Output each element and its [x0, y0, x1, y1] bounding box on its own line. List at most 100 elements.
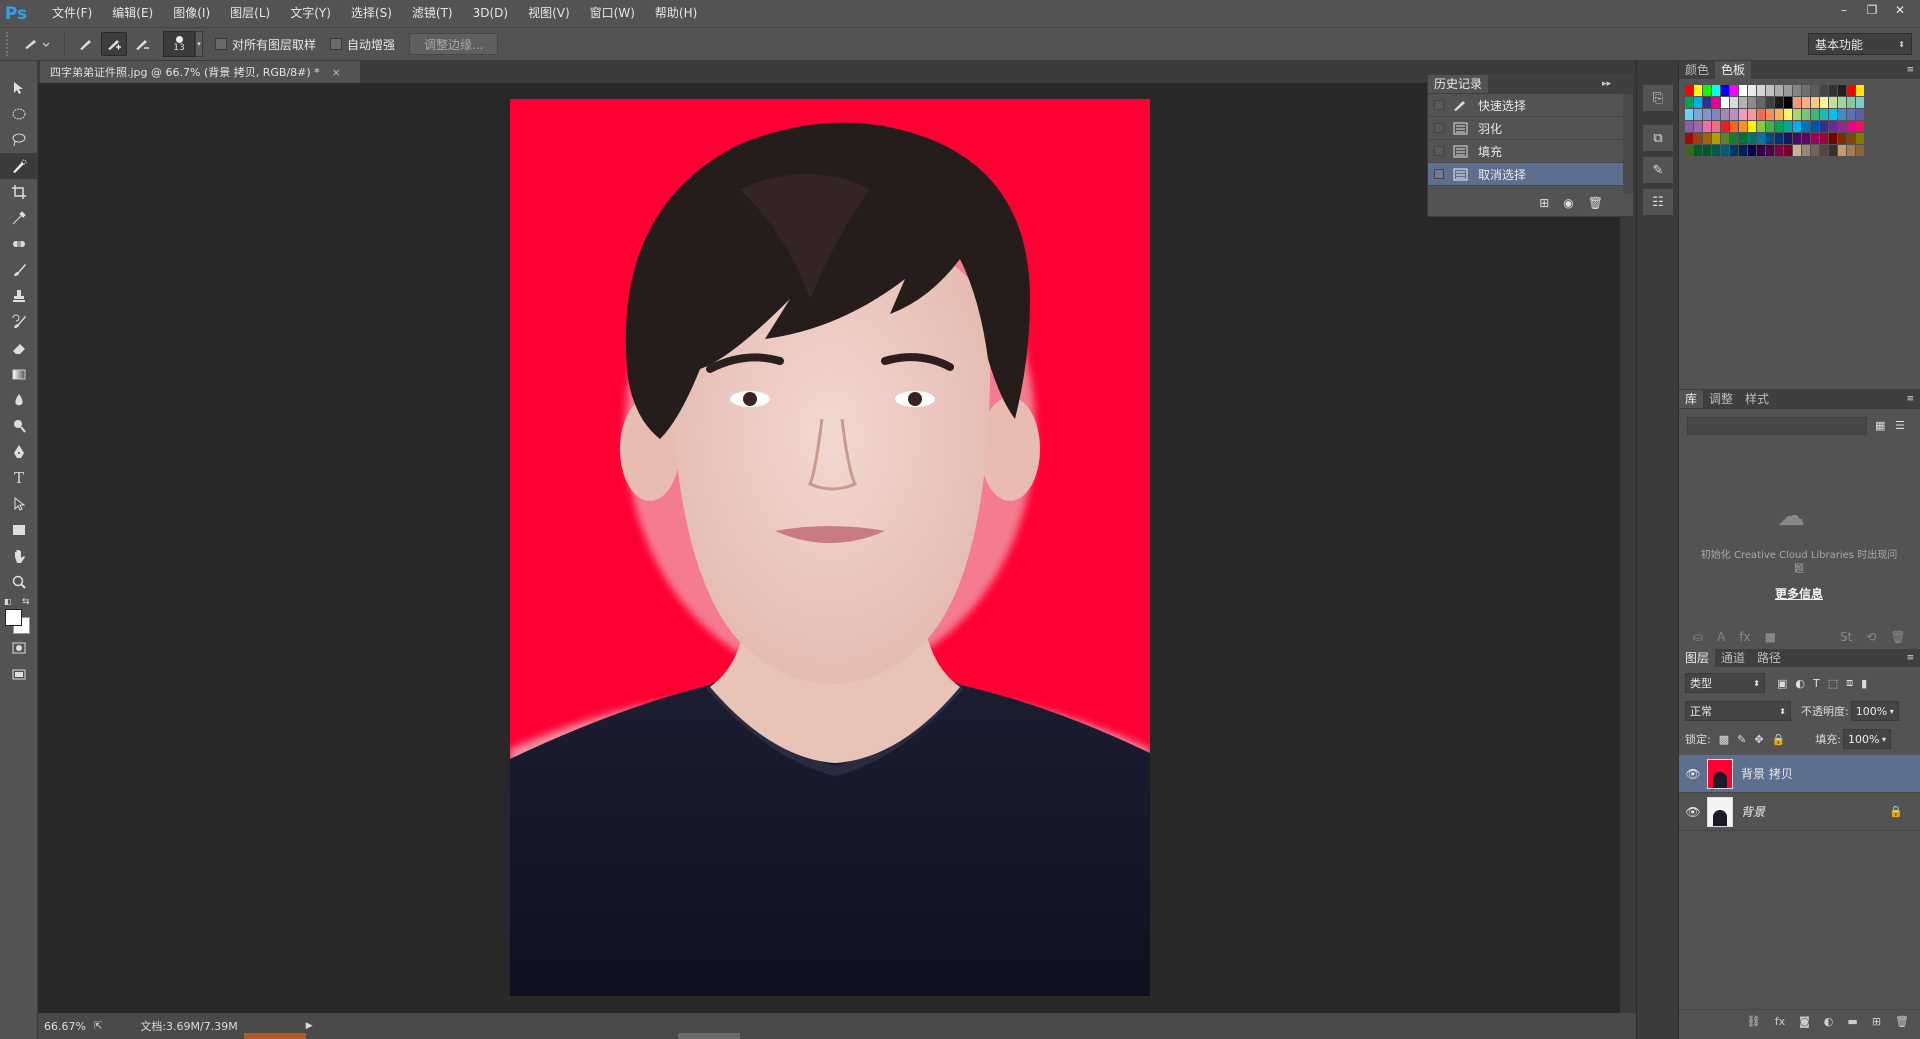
refine-edge-button[interactable]: 调整边缘... [409, 33, 499, 55]
filter-toggle[interactable]: ▮ [1861, 677, 1867, 690]
color-swatch[interactable] [1694, 85, 1702, 96]
crop-tool[interactable] [0, 179, 38, 205]
color-swatch[interactable] [1838, 121, 1846, 132]
layer-name[interactable]: 背景 拷贝 [1741, 765, 1793, 782]
add-layer-style-icon[interactable]: fx [1739, 630, 1750, 644]
color-swatch[interactable] [1847, 133, 1855, 144]
panel-menu-icon[interactable]: ≡ [1906, 394, 1914, 404]
tab-swatches[interactable]: 色板 [1715, 61, 1752, 79]
new-document-from-state-icon[interactable]: ⊞ [1539, 196, 1549, 210]
color-swatch[interactable] [1685, 121, 1693, 132]
vertical-scrollbar[interactable] [1620, 83, 1636, 1013]
foreground-color[interactable] [5, 609, 22, 626]
color-swatch[interactable] [1811, 145, 1819, 156]
tab-adjustments[interactable]: 调整 [1703, 390, 1739, 408]
color-swatch[interactable] [1802, 145, 1810, 156]
color-swatch[interactable] [1829, 133, 1837, 144]
color-swatch[interactable] [1784, 85, 1792, 96]
restore-button[interactable]: ❐ [1858, 0, 1886, 20]
color-swatch[interactable] [1712, 109, 1720, 120]
color-swatch[interactable] [1766, 121, 1774, 132]
hand-tool[interactable] [0, 543, 38, 569]
filter-shape-icon[interactable]: ⬚ [1828, 677, 1838, 690]
color-swatch[interactable] [1757, 109, 1765, 120]
color-swatch[interactable] [1838, 133, 1846, 144]
color-swatch[interactable] [1820, 133, 1828, 144]
layer-row[interactable]: 👁 背景 🔒 [1679, 793, 1920, 831]
trash-icon[interactable]: 🗑 [1895, 1015, 1909, 1028]
swap-colors-icon[interactable]: ⇆ [22, 597, 30, 607]
color-swatch[interactable] [1730, 85, 1738, 96]
history-source-checkbox[interactable] [1434, 169, 1444, 179]
color-swatch[interactable] [1838, 109, 1846, 120]
menu-image[interactable]: 图像(I) [163, 0, 220, 27]
color-swatch[interactable] [1775, 85, 1783, 96]
add-mask-icon[interactable]: ◙ [1799, 1015, 1810, 1028]
library-select[interactable] [1687, 417, 1867, 435]
color-swatch[interactable] [1775, 133, 1783, 144]
color-swatch[interactable] [1829, 85, 1837, 96]
color-swatch[interactable] [1712, 133, 1720, 144]
new-adjustment-layer-icon[interactable]: ◐ [1824, 1015, 1834, 1028]
tab-paths[interactable]: 路径 [1751, 649, 1787, 667]
color-swatch[interactable] [1829, 145, 1837, 156]
new-selection-button[interactable] [73, 32, 99, 56]
menu-select[interactable]: 选择(S) [341, 0, 402, 27]
color-swatch[interactable] [1838, 97, 1846, 108]
menu-file[interactable]: 文件(F) [42, 0, 102, 27]
color-swatch[interactable] [1829, 121, 1837, 132]
color-swatch[interactable] [1703, 109, 1711, 120]
layer-row[interactable]: 👁 背景 拷贝 [1679, 755, 1920, 793]
color-swatch[interactable] [1784, 109, 1792, 120]
workspace-switcher[interactable]: 基本功能 ⬍ [1808, 33, 1912, 55]
color-swatch[interactable] [1748, 109, 1756, 120]
color-swatch[interactable] [1784, 97, 1792, 108]
color-swatch[interactable] [1766, 133, 1774, 144]
layer-name[interactable]: 背景 [1741, 803, 1765, 820]
new-group-icon[interactable]: ▬ [1847, 1015, 1857, 1028]
color-swatch[interactable] [1811, 85, 1819, 96]
layer-filter-select[interactable]: 类型 ⬍ [1685, 673, 1765, 693]
color-swatch[interactable] [1820, 85, 1828, 96]
color-swatch[interactable] [1847, 145, 1855, 156]
trash-icon[interactable]: 🗑 [1588, 196, 1603, 210]
color-swatch[interactable] [1793, 121, 1801, 132]
grid-view-icon[interactable]: ▦ [1875, 419, 1885, 432]
history-item[interactable]: 快速选择 [1428, 94, 1633, 117]
color-swatch[interactable] [1721, 133, 1729, 144]
color-swatch[interactable] [1856, 109, 1864, 120]
color-swatch[interactable] [1802, 97, 1810, 108]
history-source-checkbox[interactable] [1434, 123, 1444, 133]
new-layer-icon[interactable]: ⊞ [1872, 1015, 1881, 1028]
color-swatch[interactable] [1685, 109, 1693, 120]
color-swatch[interactable] [1703, 85, 1711, 96]
color-swatch[interactable] [1820, 109, 1828, 120]
color-swatch[interactable] [1757, 121, 1765, 132]
color-swatch[interactable] [1784, 133, 1792, 144]
opacity-input[interactable]: 100% ▾ [1850, 701, 1899, 721]
filter-type-icon[interactable]: T [1813, 677, 1820, 690]
tool-preset-picker[interactable] [18, 32, 54, 56]
camera-snapshot-icon[interactable]: ◉ [1563, 196, 1573, 210]
menu-type[interactable]: 文字(Y) [280, 0, 341, 27]
color-swatch[interactable] [1748, 85, 1756, 96]
marquee-tool[interactable] [0, 101, 38, 127]
color-swatch[interactable] [1757, 145, 1765, 156]
color-swatch[interactable] [1775, 145, 1783, 156]
color-swatch[interactable] [1802, 109, 1810, 120]
color-swatch[interactable] [1694, 109, 1702, 120]
color-swatch[interactable] [1811, 133, 1819, 144]
color-swatch[interactable] [1685, 85, 1693, 96]
brush-panel-icon[interactable]: ✎ [1643, 157, 1673, 183]
tab-styles[interactable]: 样式 [1739, 390, 1775, 408]
color-swatch[interactable] [1793, 109, 1801, 120]
color-swatch[interactable] [1694, 133, 1702, 144]
visibility-eye-icon[interactable]: 👁 [1679, 767, 1707, 781]
color-swatch[interactable] [1694, 97, 1702, 108]
filter-pixel-icon[interactable]: ▣ [1777, 677, 1787, 690]
color-swatch[interactable] [1712, 145, 1720, 156]
color-swatch[interactable] [1757, 133, 1765, 144]
clone-stamp-tool[interactable] [0, 283, 38, 309]
color-swatch[interactable] [1793, 145, 1801, 156]
menu-window[interactable]: 窗口(W) [580, 0, 645, 27]
